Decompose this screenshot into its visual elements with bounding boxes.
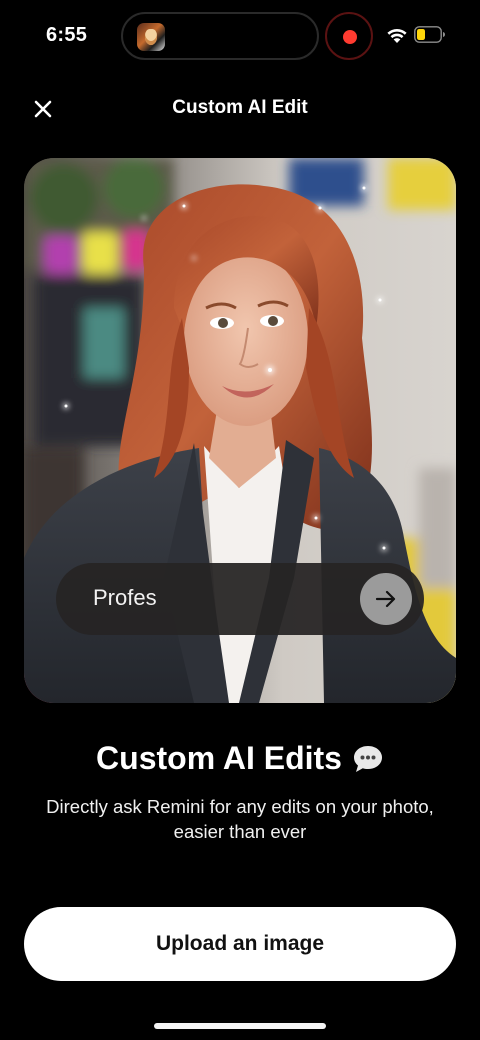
page-title: Custom AI Edit bbox=[172, 97, 308, 118]
header: Custom AI Edit bbox=[0, 84, 480, 134]
status-bar: 6:55 bbox=[0, 0, 480, 72]
prompt-input[interactable]: Profes bbox=[56, 563, 424, 635]
app-thumbnail-icon bbox=[137, 23, 165, 51]
home-indicator[interactable] bbox=[154, 1023, 326, 1029]
description-line-2: easier than ever bbox=[173, 821, 307, 842]
feature-headline: Custom AI Edits bbox=[0, 740, 480, 777]
dynamic-island[interactable] bbox=[121, 12, 319, 60]
recording-icon bbox=[343, 30, 357, 44]
wifi-icon bbox=[387, 28, 407, 43]
chat-bubble-icon bbox=[353, 745, 382, 772]
recording-indicator[interactable] bbox=[325, 12, 373, 60]
headline-text: Custom AI Edits bbox=[96, 740, 342, 776]
description-line-1: Directly ask Remini for any edits on you… bbox=[46, 796, 434, 817]
status-time: 6:55 bbox=[46, 24, 88, 46]
battery-icon bbox=[414, 26, 445, 43]
prompt-text: Profes bbox=[93, 585, 157, 610]
arrow-right-icon bbox=[375, 590, 396, 608]
upload-image-button[interactable]: Upload an image bbox=[24, 907, 456, 981]
send-button[interactable] bbox=[360, 573, 412, 625]
feature-description: Directly ask Remini for any edits on you… bbox=[20, 794, 460, 844]
